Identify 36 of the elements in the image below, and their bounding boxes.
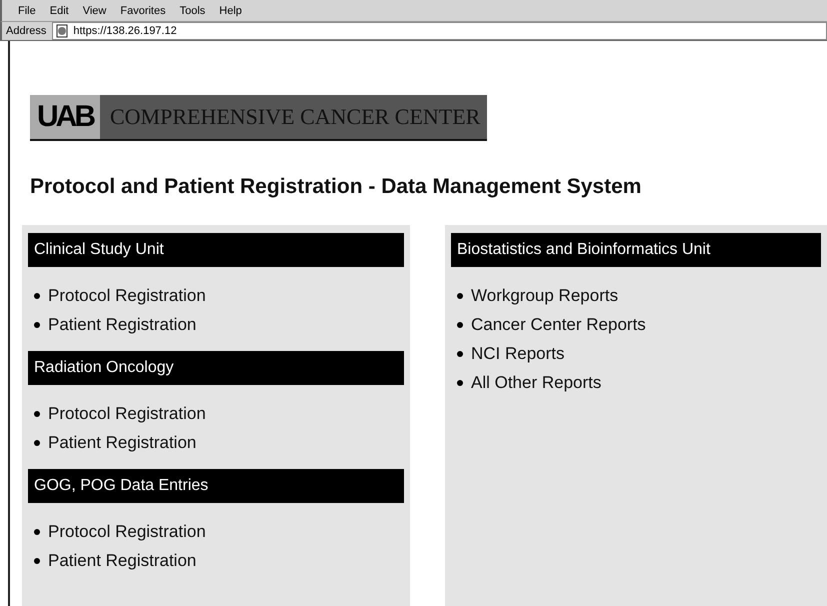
bullet-icon	[457, 322, 463, 328]
page-title: Protocol and Patient Registration - Data Management System	[30, 175, 642, 199]
link[interactable]: Protocol Registration	[48, 404, 206, 424]
section-heading: Clinical Study Unit	[28, 233, 404, 267]
bullet-icon	[34, 558, 40, 564]
menu-item[interactable]: Tools	[180, 4, 206, 16]
bullet-icon	[34, 528, 40, 534]
section-heading: GOG, POG Data Entries	[28, 469, 404, 503]
link[interactable]: Workgroup Reports	[471, 286, 618, 306]
bullet-icon	[34, 292, 40, 298]
logo-text: UAB	[37, 100, 93, 134]
address-label: Address	[5, 25, 48, 37]
link[interactable]: All Other Reports	[471, 372, 602, 392]
section-heading: Radiation Oncology	[28, 351, 404, 385]
banner-title: COMPREHENSIVE CANCER CENTER	[110, 104, 480, 130]
bullet-icon	[457, 380, 463, 386]
link[interactable]: Protocol Registration	[48, 522, 206, 542]
link[interactable]: Patient Registration	[48, 432, 196, 452]
link[interactable]: Protocol Registration	[48, 286, 206, 306]
bullet-icon	[34, 440, 40, 446]
menu-item[interactable]: View	[82, 4, 106, 16]
menu-item[interactable]: Edit	[50, 4, 69, 16]
menu-item[interactable]: Favorites	[120, 4, 166, 16]
link[interactable]: Patient Registration	[48, 314, 196, 334]
page-icon	[55, 24, 70, 38]
bullet-icon	[457, 292, 463, 298]
section-heading: Biostatistics and Bioinformatics Unit	[451, 233, 821, 267]
bullet-icon	[34, 322, 40, 328]
link[interactable]: NCI Reports	[471, 344, 565, 364]
menu-item[interactable]: Help	[219, 4, 242, 16]
bullet-icon	[457, 350, 463, 356]
link[interactable]: Patient Registration	[48, 550, 196, 570]
menu-item[interactable]: File	[18, 4, 36, 16]
link[interactable]: Cancer Center Reports	[471, 314, 646, 334]
address-field[interactable]: https://138.26.197.12	[52, 22, 827, 40]
bullet-icon	[34, 410, 40, 416]
